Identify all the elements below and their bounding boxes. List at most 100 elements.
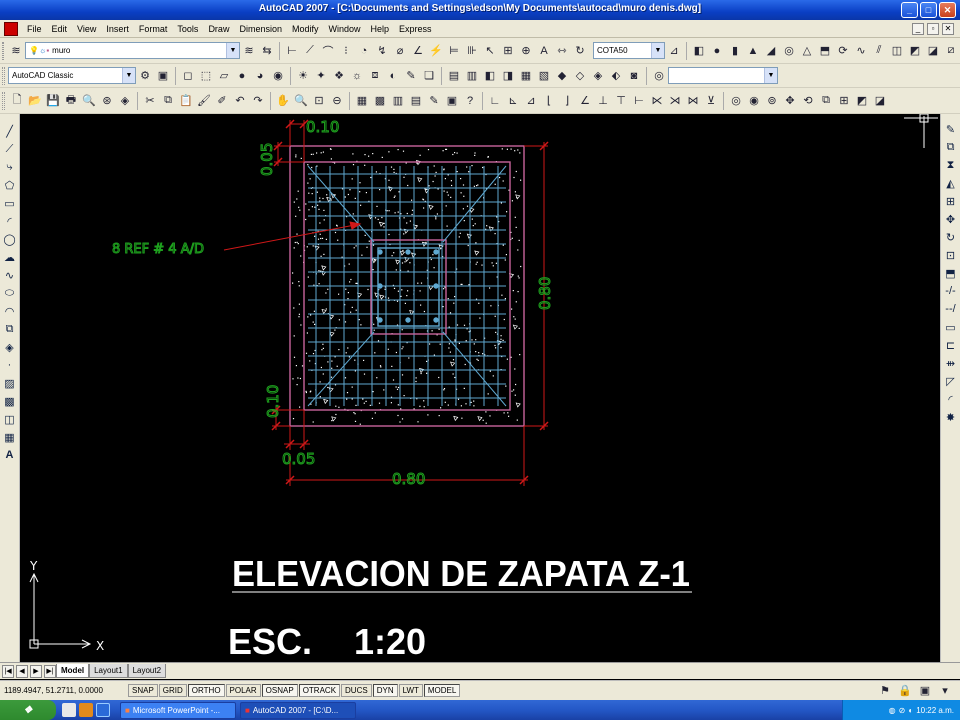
clock[interactable]: 10:22 a.m. xyxy=(916,706,954,715)
advanced-render-icon[interactable]: ✎ xyxy=(403,68,419,84)
join-icon[interactable]: ⇻ xyxy=(943,354,959,372)
construction-line-icon[interactable]: ⟋ xyxy=(2,140,18,158)
start-button[interactable]: ❖ xyxy=(0,700,56,720)
properties-icon[interactable]: ▦ xyxy=(354,93,370,109)
lights-icon[interactable]: ✦ xyxy=(313,68,329,84)
baseline-dimension-icon[interactable]: ⊨ xyxy=(446,43,462,59)
revision-cloud-icon[interactable]: ☁ xyxy=(2,248,18,266)
tab-model[interactable]: Model xyxy=(56,664,90,678)
se-iso-view-icon[interactable]: ◇ xyxy=(572,68,588,84)
toggle-dyn[interactable]: DYN xyxy=(372,684,398,697)
ucs-icon[interactable]: ∟ xyxy=(487,93,503,109)
move-icon[interactable]: ✥ xyxy=(943,210,959,228)
redo-icon[interactable]: ↷ xyxy=(250,93,266,109)
menu-dimension[interactable]: Dimension xyxy=(234,24,287,34)
menu-help[interactable]: Help xyxy=(366,24,395,34)
ucs-zaxis-icon[interactable]: ⊤ xyxy=(613,93,629,109)
rectangle-icon[interactable]: ▭ xyxy=(2,194,18,212)
task-autocad[interactable]: ■ AutoCAD 2007 - [C:\D... xyxy=(240,701,356,719)
make-block-icon[interactable]: ◈ xyxy=(2,338,18,356)
workspace-settings-icon[interactable]: ⚙ xyxy=(137,68,153,84)
pan-icon[interactable]: ✋ xyxy=(275,93,291,109)
toolbar-grip[interactable] xyxy=(2,41,4,60)
3d-wireframe-icon[interactable]: ⬚ xyxy=(198,68,214,84)
markup-icon[interactable]: ✎ xyxy=(426,93,442,109)
copy-object-icon[interactable]: ⧉ xyxy=(943,138,959,156)
break-at-point-icon[interactable]: ▭ xyxy=(943,318,959,336)
offset-icon[interactable]: ◭ xyxy=(943,174,959,192)
workspace-select[interactable]: AutoCAD Classic ▼ xyxy=(8,67,136,84)
pyramid-icon[interactable]: △ xyxy=(799,43,815,59)
back-view-icon[interactable]: ▧ xyxy=(536,68,552,84)
menu-draw[interactable]: Draw xyxy=(203,24,234,34)
menu-window[interactable]: Window xyxy=(324,24,366,34)
dimstyle-select[interactable]: COTA50 ▼ xyxy=(593,42,665,59)
toolbar-grip[interactable] xyxy=(2,91,5,110)
ucs-3point-icon[interactable]: ⊢ xyxy=(631,93,647,109)
dimension-update-icon[interactable]: ↻ xyxy=(572,43,588,59)
insert-block-icon[interactable]: ⧉ xyxy=(2,320,18,338)
design-center-icon[interactable]: ▩ xyxy=(372,93,388,109)
named-view-select[interactable]: ▼ xyxy=(668,67,778,84)
3d-rotate-icon[interactable]: ⟲ xyxy=(800,93,816,109)
box-icon[interactable]: ◧ xyxy=(691,43,707,59)
camera-icon[interactable]: ◙ xyxy=(626,68,642,84)
3d-hidden-icon[interactable]: ▱ xyxy=(216,68,232,84)
ucs-apply-icon[interactable]: ⊻ xyxy=(703,93,719,109)
ucs-y-icon[interactable]: ⋊ xyxy=(667,93,683,109)
continue-dimension-icon[interactable]: ⊪ xyxy=(464,43,480,59)
menu-file[interactable]: File xyxy=(22,24,47,34)
jogged-dimension-icon[interactable]: ↯ xyxy=(374,43,390,59)
sw-iso-view-icon[interactable]: ◆ xyxy=(554,68,570,84)
wedge-icon[interactable]: ◢ xyxy=(763,43,779,59)
doc-restore-icon[interactable]: ▫ xyxy=(927,22,939,35)
render-environment-icon[interactable]: ◐ xyxy=(385,68,401,84)
diameter-dimension-icon[interactable]: ⌀ xyxy=(392,43,408,59)
last-tab-icon[interactable]: ▶| xyxy=(44,664,56,678)
publish-icon[interactable]: ⊛ xyxy=(99,93,115,109)
chamfer-icon[interactable]: ◸ xyxy=(943,372,959,390)
zoom-window-icon[interactable]: ⊡ xyxy=(311,93,327,109)
region-icon[interactable]: ◫ xyxy=(2,410,18,428)
right-view-icon[interactable]: ◨ xyxy=(500,68,516,84)
scale-icon[interactable]: ⊡ xyxy=(943,246,959,264)
cylinder-icon[interactable]: ▮ xyxy=(727,43,743,59)
match-properties-icon[interactable]: 🖌 xyxy=(196,93,212,109)
drawing-svg[interactable]: 0.10 0.05 0.80 0.10 0.05 0.80 8 REF # 4 … xyxy=(20,114,940,662)
cone-icon[interactable]: ▲ xyxy=(745,43,761,59)
ucs-face-icon[interactable]: ⌊ xyxy=(541,93,557,109)
union-icon[interactable]: ◫ xyxy=(889,43,905,59)
hatch-icon[interactable]: ▨ xyxy=(2,374,18,392)
free-orbit-icon[interactable]: ◉ xyxy=(746,93,762,109)
next-tab-icon[interactable]: ▶ xyxy=(30,664,42,678)
aligned-dimension-icon[interactable]: ⟋ xyxy=(302,43,318,59)
explode-icon[interactable]: ✸ xyxy=(943,408,959,426)
extrude-icon[interactable]: ⬒ xyxy=(817,43,833,59)
slice-icon[interactable]: ⧄ xyxy=(943,43,959,59)
maximize-icon[interactable]: □ xyxy=(920,2,937,18)
toggle-otrack[interactable]: OTRACK xyxy=(298,684,341,697)
arc-length-icon[interactable]: ⌒ xyxy=(320,43,336,59)
realistic-icon[interactable]: ● xyxy=(234,68,250,84)
array-icon[interactable]: ⊞ xyxy=(943,192,959,210)
first-tab-icon[interactable]: |◀ xyxy=(2,664,14,678)
angular-dimension-icon[interactable]: ∠ xyxy=(410,43,426,59)
ordinate-dimension-icon[interactable]: ⁝ xyxy=(338,43,354,59)
prev-tab-icon[interactable]: ◀ xyxy=(16,664,28,678)
menu-edit[interactable]: Edit xyxy=(47,24,73,34)
dimension-text-edit-icon[interactable]: ⇿ xyxy=(554,43,570,59)
trim-icon[interactable]: -/- xyxy=(943,282,959,300)
sweep-icon[interactable]: ∿ xyxy=(853,43,869,59)
show-desktop-icon[interactable] xyxy=(62,703,76,717)
ucs-previous-icon[interactable]: ⊿ xyxy=(523,93,539,109)
imprint-icon[interactable]: ◪ xyxy=(872,93,888,109)
quick-dimension-icon[interactable]: ⚡ xyxy=(428,43,444,59)
radius-dimension-icon[interactable]: ◔ xyxy=(356,43,372,59)
tab-layout1[interactable]: Layout1 xyxy=(89,664,128,678)
zoom-previous-icon[interactable]: ⊖ xyxy=(329,93,345,109)
multiline-text-icon[interactable]: A xyxy=(2,446,18,464)
block-editor-icon[interactable]: ✐ xyxy=(214,93,230,109)
ucs-x-icon[interactable]: ⋉ xyxy=(649,93,665,109)
print-icon[interactable]: 🖶 xyxy=(63,93,79,109)
clean-screen-icon[interactable]: ▣ xyxy=(917,683,933,699)
